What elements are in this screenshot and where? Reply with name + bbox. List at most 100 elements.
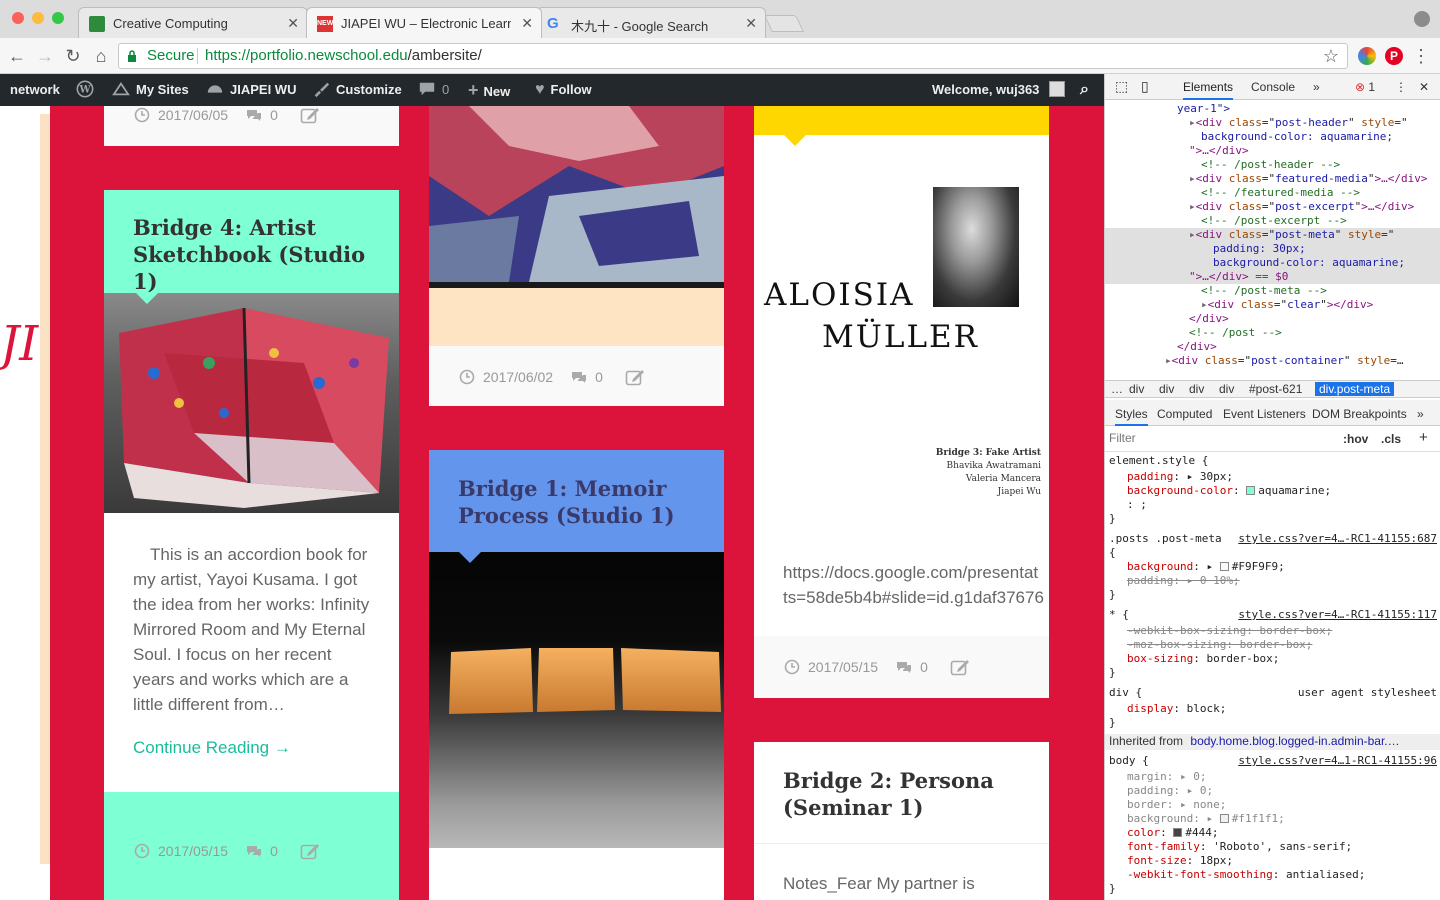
- style-declaration-inherited[interactable]: padding: ▸ 0;: [1127, 784, 1440, 798]
- post-title[interactable]: Bridge 2: Persona (Seminar 1): [783, 767, 1033, 821]
- breadcrumb-item[interactable]: div.post-meta: [1315, 382, 1395, 396]
- network-link[interactable]: network: [10, 74, 60, 106]
- edit-icon[interactable]: [300, 842, 320, 860]
- dom-node-line[interactable]: padding: 30px;: [1105, 242, 1440, 256]
- dom-node-line[interactable]: ▸<div class="post-container" style=…: [1105, 354, 1440, 368]
- tab-google-search[interactable]: G 木九十 - Google Search ✕: [536, 7, 766, 38]
- subtab-computed[interactable]: Computed: [1157, 407, 1212, 421]
- comments-link[interactable]: 0: [418, 74, 449, 106]
- post-excerpt-link[interactable]: https://docs.google.com/presentat ts=58d…: [783, 560, 1049, 610]
- wordpress-logo-icon[interactable]: W: [76, 74, 100, 106]
- dom-node-line[interactable]: <!-- /post-header -->: [1105, 158, 1440, 172]
- dom-node-line[interactable]: </div>: [1105, 312, 1440, 326]
- dom-node-line[interactable]: <!-- /post-meta -->: [1105, 284, 1440, 298]
- site-name-menu[interactable]: JIAPEI WU: [206, 74, 296, 106]
- style-declaration-inherited[interactable]: background: ▸ #f1f1f1;: [1127, 812, 1440, 826]
- expand-triangle-icon[interactable]: ▸: [1189, 200, 1196, 213]
- tab-close-icon[interactable]: ✕: [521, 15, 533, 32]
- dom-node-line[interactable]: <!-- /post-excerpt -->: [1105, 214, 1440, 228]
- breadcrumb-item[interactable]: …: [1111, 382, 1123, 396]
- post-title[interactable]: Bridge 4: Artist Sketchbook (Studio 1): [133, 214, 383, 295]
- pinterest-icon[interactable]: P: [1385, 47, 1403, 65]
- dom-node-line[interactable]: ">…</div> == $0: [1105, 270, 1440, 284]
- source-link[interactable]: style.css?ver=4…-RC1-41155:687: [1238, 532, 1437, 546]
- style-declaration[interactable]: box-sizing: border-box;: [1127, 652, 1440, 666]
- dom-node-line[interactable]: <!-- /post -->: [1105, 326, 1440, 340]
- source-link[interactable]: style.css?ver=4…1-RC1-41155:96: [1238, 754, 1437, 768]
- dom-node-line[interactable]: </div>: [1105, 340, 1440, 354]
- more-tabs-icon[interactable]: »: [1313, 80, 1320, 94]
- account-menu[interactable]: Welcome, wuj363: [932, 74, 1066, 106]
- tab-jiapei-wu[interactable]: NEW JIAPEI WU – Electronic Learning ✕: [306, 7, 542, 38]
- maximize-window-button[interactable]: [52, 12, 64, 24]
- address-bar[interactable]: Secure https://portfolio.newschool.edu/a…: [118, 43, 1348, 69]
- breadcrumb-item[interactable]: div: [1159, 382, 1174, 396]
- edit-icon[interactable]: [950, 658, 970, 676]
- style-edit-caret[interactable]: : ;: [1127, 498, 1440, 512]
- continue-reading-link[interactable]: Continue Reading →: [133, 738, 291, 758]
- dom-node-line[interactable]: year-1">: [1105, 102, 1440, 116]
- expand-triangle-icon[interactable]: ▸: [1189, 228, 1196, 241]
- new-content-menu[interactable]: + New: [468, 74, 510, 106]
- post-date[interactable]: 2017/06/05: [158, 107, 228, 123]
- device-toggle-icon[interactable]: ▯: [1141, 78, 1149, 95]
- style-declaration-overridden[interactable]: -moz-box-sizing: border-box;: [1127, 638, 1440, 652]
- tab-creative-computing[interactable]: Creative Computing ✕: [78, 7, 308, 38]
- subtab-event-listeners[interactable]: Event Listeners: [1223, 407, 1306, 421]
- home-icon[interactable]: ⌂: [90, 45, 112, 67]
- expand-triangle-icon[interactable]: ▸: [1189, 172, 1196, 185]
- error-count-badge[interactable]: ⊗ 1: [1355, 80, 1375, 94]
- dom-node-line[interactable]: <!-- /featured-media -->: [1105, 186, 1440, 200]
- tab-close-icon[interactable]: ✕: [287, 15, 299, 32]
- comment-count[interactable]: 0: [270, 107, 278, 123]
- breadcrumb-item[interactable]: div: [1189, 382, 1204, 396]
- breadcrumb-item[interactable]: #post-621: [1249, 382, 1302, 396]
- dom-node-line[interactable]: ">…</div>: [1105, 144, 1440, 158]
- post-title[interactable]: Bridge 1: Memoir Process (Studio 1): [458, 475, 708, 529]
- style-declaration[interactable]: font-size: 18px;: [1127, 854, 1440, 868]
- featured-image-light-on-wall[interactable]: [429, 552, 724, 848]
- dom-node-line[interactable]: background-color: aquamarine;: [1105, 256, 1440, 270]
- tab-close-icon[interactable]: ✕: [745, 15, 757, 32]
- bookmark-star-icon[interactable]: ☆: [1323, 44, 1339, 68]
- expand-triangle-icon[interactable]: ▸: [1165, 354, 1172, 367]
- edit-icon[interactable]: [625, 368, 645, 386]
- dom-node-line[interactable]: background-color: aquamarine;: [1105, 130, 1440, 144]
- subtab-styles[interactable]: Styles: [1115, 407, 1148, 426]
- style-declaration-overridden[interactable]: -webkit-box-sizing: border-box;: [1127, 624, 1440, 638]
- tab-elements[interactable]: Elements: [1183, 80, 1234, 100]
- style-declaration-inherited[interactable]: border: ▸ none;: [1127, 798, 1440, 812]
- cls-toggle[interactable]: .cls: [1381, 432, 1401, 446]
- close-window-button[interactable]: [12, 12, 24, 24]
- breadcrumb-item[interactable]: div: [1129, 382, 1144, 396]
- forward-arrow-icon[interactable]: →: [34, 45, 56, 67]
- dom-node-line[interactable]: ▸<div class="post-header" style=": [1105, 116, 1440, 130]
- post-date[interactable]: 2017/05/15: [808, 659, 878, 675]
- my-sites-menu[interactable]: My Sites: [112, 74, 189, 106]
- filter-input[interactable]: [1109, 431, 1309, 445]
- devtools-menu-icon[interactable]: ⋮: [1395, 80, 1407, 94]
- dom-node-line[interactable]: ▸<div class="featured-media">…</div>: [1105, 172, 1440, 186]
- dom-node-line[interactable]: ▸<div class="post-meta" style=": [1105, 228, 1440, 242]
- new-tab-button[interactable]: [764, 15, 804, 32]
- search-icon[interactable]: ⌕: [1080, 74, 1089, 106]
- minimize-window-button[interactable]: [32, 12, 44, 24]
- dom-node-line[interactable]: ▸<div class="post-excerpt">…</div>: [1105, 200, 1440, 214]
- comment-count[interactable]: 0: [920, 659, 928, 675]
- reload-icon[interactable]: ↻: [62, 45, 84, 67]
- inspect-element-icon[interactable]: ⬚: [1115, 78, 1128, 95]
- comment-count[interactable]: 0: [270, 843, 278, 859]
- subtab-dom-breakpoints[interactable]: DOM Breakpoints: [1312, 407, 1407, 421]
- source-link[interactable]: style.css?ver=4…-RC1-41155:117: [1238, 608, 1437, 622]
- post-date[interactable]: 2017/06/02: [483, 369, 553, 385]
- back-arrow-icon[interactable]: ←: [6, 45, 28, 67]
- featured-image-abstract-print[interactable]: [429, 106, 724, 288]
- customize-link[interactable]: Customize: [312, 74, 402, 106]
- style-declaration[interactable]: font-family: 'Roboto', sans-serif;: [1127, 840, 1440, 854]
- style-declaration[interactable]: -webkit-font-smoothing: antialiased;: [1127, 868, 1440, 882]
- style-declaration[interactable]: background-color: aquamarine;: [1127, 484, 1440, 498]
- profile-icon[interactable]: [1414, 11, 1430, 27]
- add-rule-icon[interactable]: +: [1419, 429, 1428, 446]
- style-declaration[interactable]: color: #444;: [1127, 826, 1440, 840]
- featured-image-poster[interactable]: ALOISIA MÜLLER Bridge 3: Fake Artist Bha…: [754, 135, 1049, 539]
